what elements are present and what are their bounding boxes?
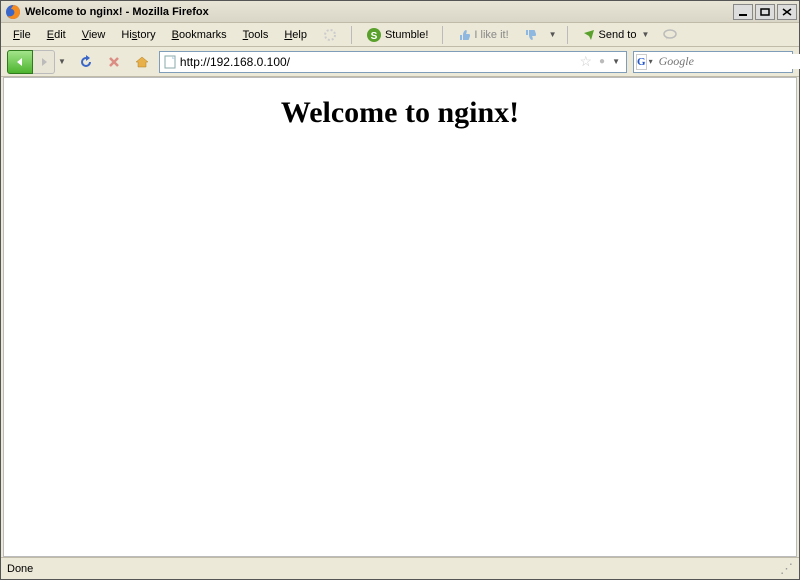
sendto-label: Send to bbox=[599, 29, 637, 41]
google-icon[interactable]: G bbox=[636, 54, 647, 70]
url-input[interactable] bbox=[180, 55, 576, 69]
arrow-left-icon bbox=[13, 55, 27, 69]
search-input[interactable] bbox=[655, 54, 800, 69]
dropdown-icon[interactable]: ▼ bbox=[549, 30, 557, 39]
separator bbox=[351, 26, 352, 44]
menu-file[interactable]: File bbox=[5, 26, 39, 44]
page-content: Welcome to nginx! bbox=[3, 77, 797, 557]
page-icon bbox=[162, 54, 178, 70]
bookmark-star-button[interactable]: ☆ bbox=[575, 53, 596, 70]
separator bbox=[567, 26, 568, 44]
nav-back-forward: ▼ bbox=[7, 50, 69, 74]
thumbs-down-icon bbox=[523, 28, 537, 42]
navigation-toolbar: ▼ ☆ ● ▼ G ▾ bbox=[1, 47, 799, 77]
reload-icon bbox=[78, 54, 94, 70]
arrow-right-icon bbox=[38, 56, 50, 68]
stumble-spinner-icon bbox=[319, 26, 341, 44]
menu-edit[interactable]: Edit bbox=[39, 26, 74, 44]
stop-button[interactable] bbox=[103, 51, 125, 73]
statusbar: Done ⋰ bbox=[1, 557, 799, 579]
page-heading: Welcome to nginx! bbox=[4, 96, 796, 130]
svg-text:S: S bbox=[371, 31, 378, 42]
share-icon bbox=[582, 28, 596, 42]
close-button[interactable] bbox=[777, 4, 797, 20]
dropdown-icon: ▼ bbox=[641, 30, 649, 39]
stumbleupon-icon: S bbox=[366, 27, 382, 43]
stumble-toolbar: S Stumble! I like it! ▼ Send to ▼ bbox=[319, 25, 681, 45]
search-bar[interactable]: G ▾ bbox=[633, 51, 793, 73]
like-button[interactable]: I like it! bbox=[453, 26, 512, 44]
resize-grip[interactable]: ⋰ bbox=[777, 561, 793, 577]
minimize-button[interactable] bbox=[733, 4, 753, 20]
engine-dropdown[interactable]: ▾ bbox=[647, 57, 655, 66]
forward-button[interactable] bbox=[33, 50, 55, 74]
menu-help[interactable]: Help bbox=[276, 26, 315, 44]
window-title: Welcome to nginx! - Mozilla Firefox bbox=[25, 6, 209, 18]
menubar: File Edit View History Bookmarks Tools H… bbox=[1, 23, 799, 47]
firefox-icon bbox=[5, 4, 21, 20]
comment-button[interactable] bbox=[659, 26, 681, 44]
menu-bookmarks[interactable]: Bookmarks bbox=[164, 26, 235, 44]
home-button[interactable] bbox=[131, 51, 153, 73]
like-label: I like it! bbox=[474, 29, 508, 41]
back-button[interactable] bbox=[7, 50, 33, 74]
history-dropdown[interactable]: ▼ bbox=[55, 50, 69, 74]
reload-button[interactable] bbox=[75, 51, 97, 73]
address-dropdown[interactable]: ▼ bbox=[608, 57, 624, 66]
dislike-button[interactable] bbox=[519, 26, 541, 44]
menu-view[interactable]: View bbox=[74, 26, 114, 44]
maximize-button[interactable] bbox=[755, 4, 775, 20]
address-bar[interactable]: ☆ ● ▼ bbox=[159, 51, 627, 73]
bullet-icon: ● bbox=[596, 56, 608, 67]
home-icon bbox=[134, 54, 150, 70]
separator bbox=[442, 26, 443, 44]
status-text: Done bbox=[7, 563, 777, 575]
menu-history[interactable]: History bbox=[113, 26, 163, 44]
speech-bubble-icon bbox=[663, 28, 677, 42]
stop-icon bbox=[107, 55, 121, 69]
sendto-button[interactable]: Send to ▼ bbox=[578, 26, 654, 44]
titlebar: Welcome to nginx! - Mozilla Firefox bbox=[1, 1, 799, 23]
stumble-label: Stumble! bbox=[385, 29, 428, 41]
menu-tools[interactable]: Tools bbox=[235, 26, 277, 44]
stumble-button[interactable]: S Stumble! bbox=[362, 25, 432, 45]
thumbs-up-icon bbox=[457, 28, 471, 42]
